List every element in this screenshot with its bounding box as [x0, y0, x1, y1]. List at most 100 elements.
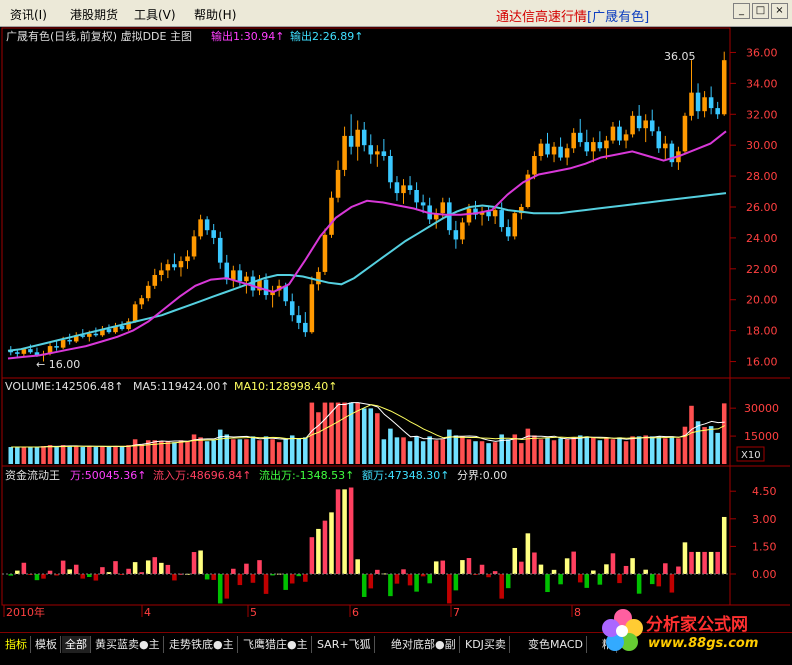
flow-bar	[67, 569, 72, 574]
volume-bar	[204, 441, 210, 464]
volume-bar	[250, 436, 256, 464]
volume-bar	[617, 437, 622, 464]
volume-bar	[375, 413, 380, 464]
candle-body	[604, 140, 609, 149]
volume-bar	[538, 439, 544, 464]
tab-3[interactable]: 黄买蓝卖●主	[92, 636, 164, 653]
flow-bar	[721, 516, 727, 574]
flow-bar	[453, 574, 459, 591]
volume-bar	[649, 436, 655, 464]
candle-body	[67, 339, 72, 342]
volume-bar	[41, 446, 46, 464]
candle-body	[172, 264, 177, 268]
logo-name: 分析家公式网	[646, 615, 748, 635]
candle-body	[545, 143, 550, 155]
candle-body	[87, 333, 92, 337]
output2-value: 输出2:26.89↑	[290, 29, 363, 43]
flow-bar	[34, 574, 40, 581]
volume-bar	[342, 402, 347, 464]
flow-amount: 额万:47348.30↑	[362, 469, 449, 482]
volume-bar	[643, 435, 648, 464]
flow-bar	[532, 552, 537, 574]
tab-9[interactable]: 变色MACD	[525, 636, 587, 653]
volume-bar	[473, 441, 478, 464]
candle-body	[217, 237, 223, 263]
chart-area[interactable]: 16.00 18.00 20.00 22.00 24.00 26.00 28.00 30.00…	[0, 27, 792, 632]
candle-body	[289, 301, 295, 316]
flow-tick-label: 0.00	[752, 568, 777, 581]
flow-outflow: 流出万:-1348.53↑	[259, 468, 354, 482]
x-tick-label: 6	[352, 606, 359, 619]
candle-body	[329, 197, 334, 235]
flow-bar	[519, 561, 524, 574]
volume-bar	[139, 444, 144, 464]
volume-bar	[303, 437, 308, 464]
volume-bar	[270, 439, 275, 464]
candle-body	[211, 230, 216, 238]
menu-item-help[interactable]: 帮助(H)	[194, 6, 236, 23]
tab-7[interactable]: 绝对底部●副	[388, 636, 460, 653]
flow-bar	[348, 487, 354, 574]
flow-bar	[316, 528, 321, 574]
flow-bar	[695, 551, 701, 574]
flow-bar	[630, 558, 635, 574]
volume-bar	[702, 427, 707, 464]
volume-bar	[453, 435, 459, 464]
flow-bar	[388, 574, 393, 597]
candle-body	[682, 115, 688, 152]
flow-bar	[289, 574, 295, 584]
menu-item-tools[interactable]: 工具(V)	[134, 6, 176, 23]
flow-bar	[113, 561, 118, 574]
flow-bar	[669, 574, 675, 593]
candle-body	[244, 276, 249, 282]
flow-bar	[126, 568, 131, 574]
candle-body	[512, 213, 518, 237]
flow-bar	[224, 574, 230, 599]
volume-bar	[708, 426, 714, 464]
tab-1[interactable]: 模板	[32, 636, 61, 653]
volume-bar	[289, 435, 295, 464]
flow-bar	[591, 570, 596, 574]
tab-4[interactable]: 走势铁底●主	[166, 636, 238, 653]
volume-tick-label: 15000	[744, 430, 779, 443]
flow-bar	[617, 574, 622, 584]
candle-body	[165, 264, 171, 271]
flow-bar	[584, 574, 590, 588]
tab-8[interactable]: KDJ买卖	[462, 636, 510, 653]
flow-bar	[610, 553, 616, 574]
menu-item-news[interactable]: 资讯(I)	[10, 6, 47, 23]
volume-bar	[401, 437, 406, 464]
volume-bar	[577, 435, 583, 464]
flow-bar	[244, 563, 249, 574]
tab-6[interactable]: SAR+飞狐	[314, 636, 375, 653]
volume-bar	[126, 445, 131, 464]
flow-bar	[93, 574, 99, 581]
tab-0[interactable]: 指标	[2, 636, 31, 653]
volume-bar	[532, 435, 537, 464]
x-tick-label: 7	[453, 606, 460, 619]
maximize-button[interactable]: □	[752, 3, 769, 19]
candle-body	[348, 135, 354, 147]
volume-bar	[564, 439, 570, 464]
flow-bar	[447, 574, 452, 604]
volume-bar	[682, 426, 688, 464]
candle-body	[60, 339, 66, 348]
flow-bar	[132, 562, 138, 574]
volume-bar	[636, 436, 642, 464]
price-tick-label: 22.00	[746, 263, 778, 276]
flow-bar	[80, 574, 86, 579]
flow-bar	[512, 547, 518, 574]
menu-item-hk-futures[interactable]: 港股期货	[70, 6, 118, 23]
flow-bar	[427, 574, 432, 584]
volume-bar	[335, 402, 341, 464]
tab-5[interactable]: 飞鹰猎庄●主	[240, 636, 312, 653]
flow-wan: 万:50045.36↑	[70, 469, 146, 482]
price-tick-label: 36.00	[746, 46, 778, 59]
candle-body	[178, 261, 184, 268]
minimize-button[interactable]: _	[733, 3, 750, 19]
volume-ma5: MA5:119424.00↑	[133, 380, 229, 393]
tab-2[interactable]: 全部	[62, 636, 91, 653]
candle-body	[309, 284, 315, 333]
volume-bar	[440, 439, 446, 464]
close-button[interactable]: ×	[771, 3, 788, 19]
